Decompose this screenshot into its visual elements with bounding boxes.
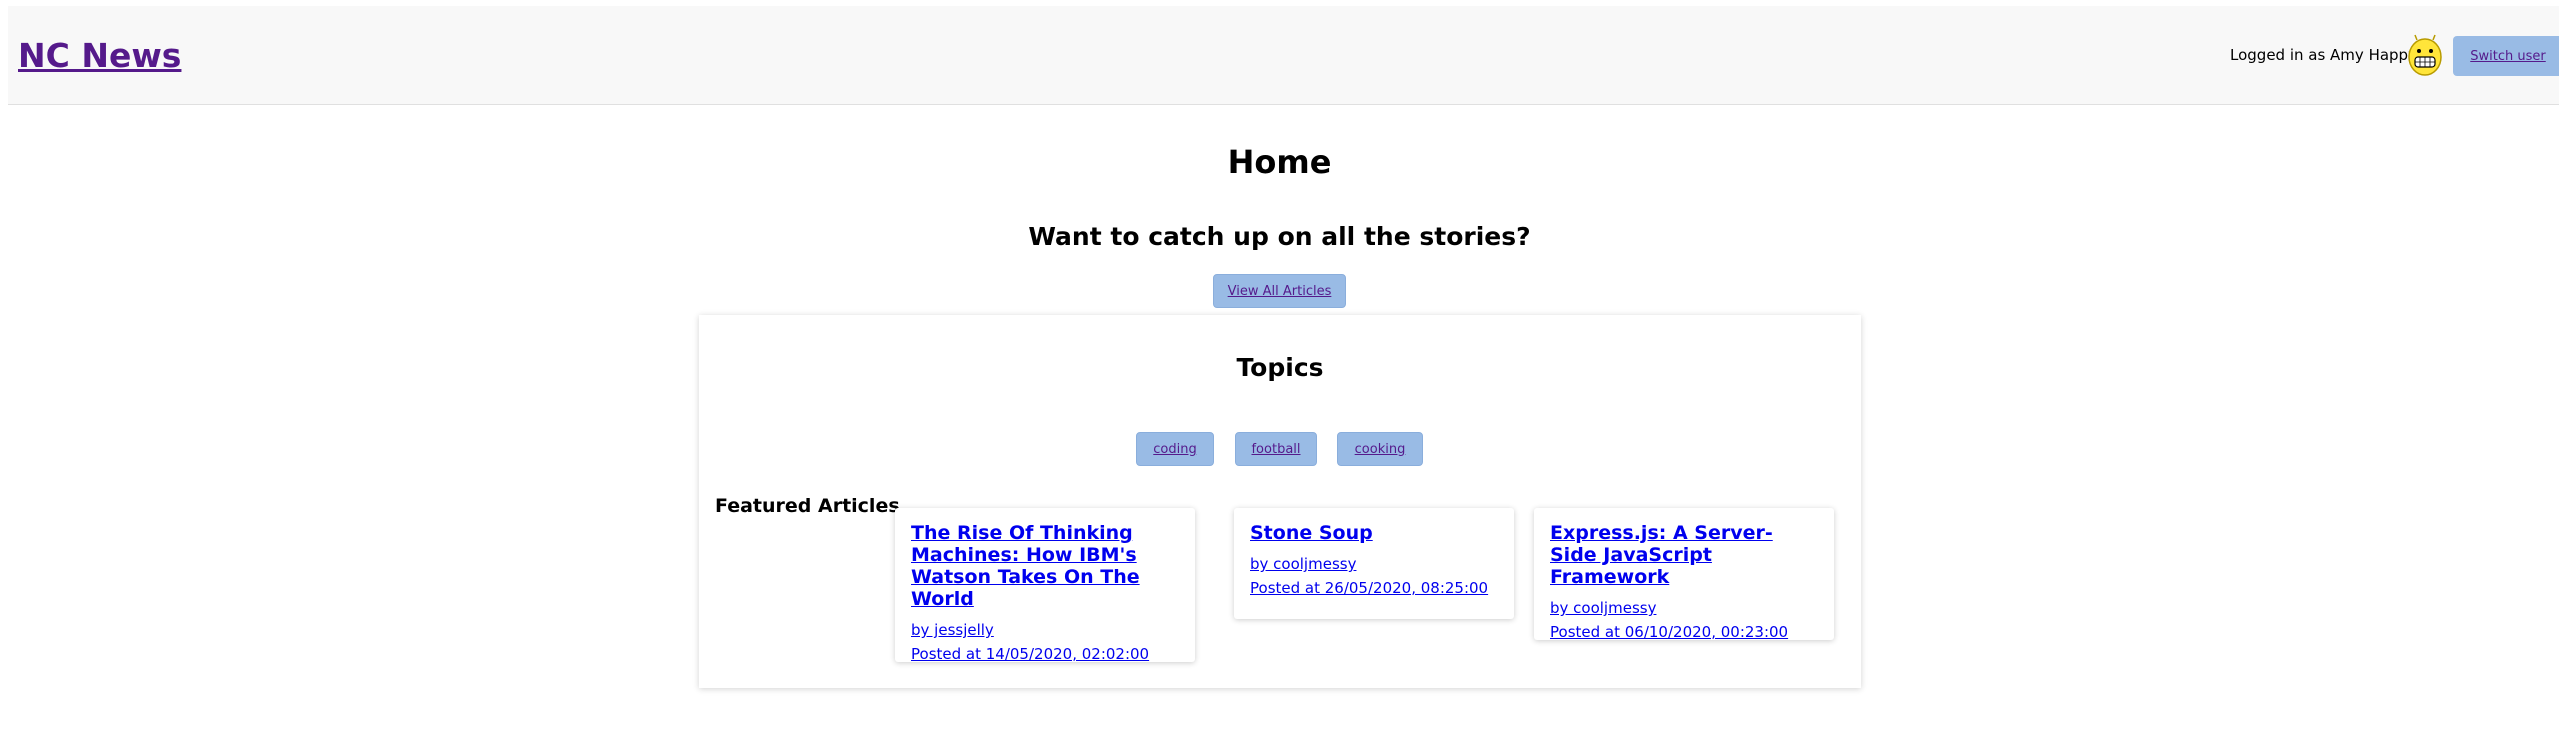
article-date-link[interactable]: Posted at 06/10/2020, 00:23:00 xyxy=(1550,622,1818,642)
topic-button-coding[interactable]: coding xyxy=(1136,432,1214,466)
site-header: NC News Logged in as Amy Happy Switch us… xyxy=(8,6,2559,105)
site-title-link[interactable]: NC News xyxy=(18,36,181,75)
article-author-link[interactable]: by jessjelly xyxy=(911,620,1179,640)
article-date-link[interactable]: Posted at 26/05/2020, 08:25:00 xyxy=(1250,578,1498,598)
topics-title: Topics xyxy=(1236,353,1324,382)
view-all-articles-button[interactable]: View All Articles xyxy=(1213,274,1346,308)
topic-button-football[interactable]: football xyxy=(1235,432,1317,466)
article-card: Stone Soup by cooljmessy Posted at 26/05… xyxy=(1234,508,1514,619)
article-card: Express.js: A Server-Side JavaScript Fra… xyxy=(1534,508,1834,642)
catchup-heading: Want to catch up on all the stories? xyxy=(1028,222,1531,251)
article-title-link[interactable]: Stone Soup xyxy=(1250,522,1498,544)
page-title: Home xyxy=(1227,143,1332,181)
article-date-link[interactable]: Posted at 14/05/2020, 02:02:00 xyxy=(911,644,1179,664)
login-status: Logged in as Amy Happy xyxy=(2230,46,2417,64)
smiley-avatar-icon xyxy=(2405,34,2445,78)
switch-user-button[interactable]: Switch user xyxy=(2453,36,2559,76)
article-author-link[interactable]: by cooljmessy xyxy=(1250,554,1498,574)
featured-articles-label: Featured Articles xyxy=(715,495,900,517)
topic-button-cooking[interactable]: cooking xyxy=(1337,432,1423,466)
article-title-link[interactable]: The Rise Of Thinking Machines: How IBM's… xyxy=(911,522,1179,610)
topics-panel: Topics coding football cooking Featured … xyxy=(699,315,1861,688)
article-title-link[interactable]: Express.js: A Server-Side JavaScript Fra… xyxy=(1550,522,1818,588)
article-author-link[interactable]: by cooljmessy xyxy=(1550,598,1818,618)
article-card: The Rise Of Thinking Machines: How IBM's… xyxy=(895,508,1195,664)
